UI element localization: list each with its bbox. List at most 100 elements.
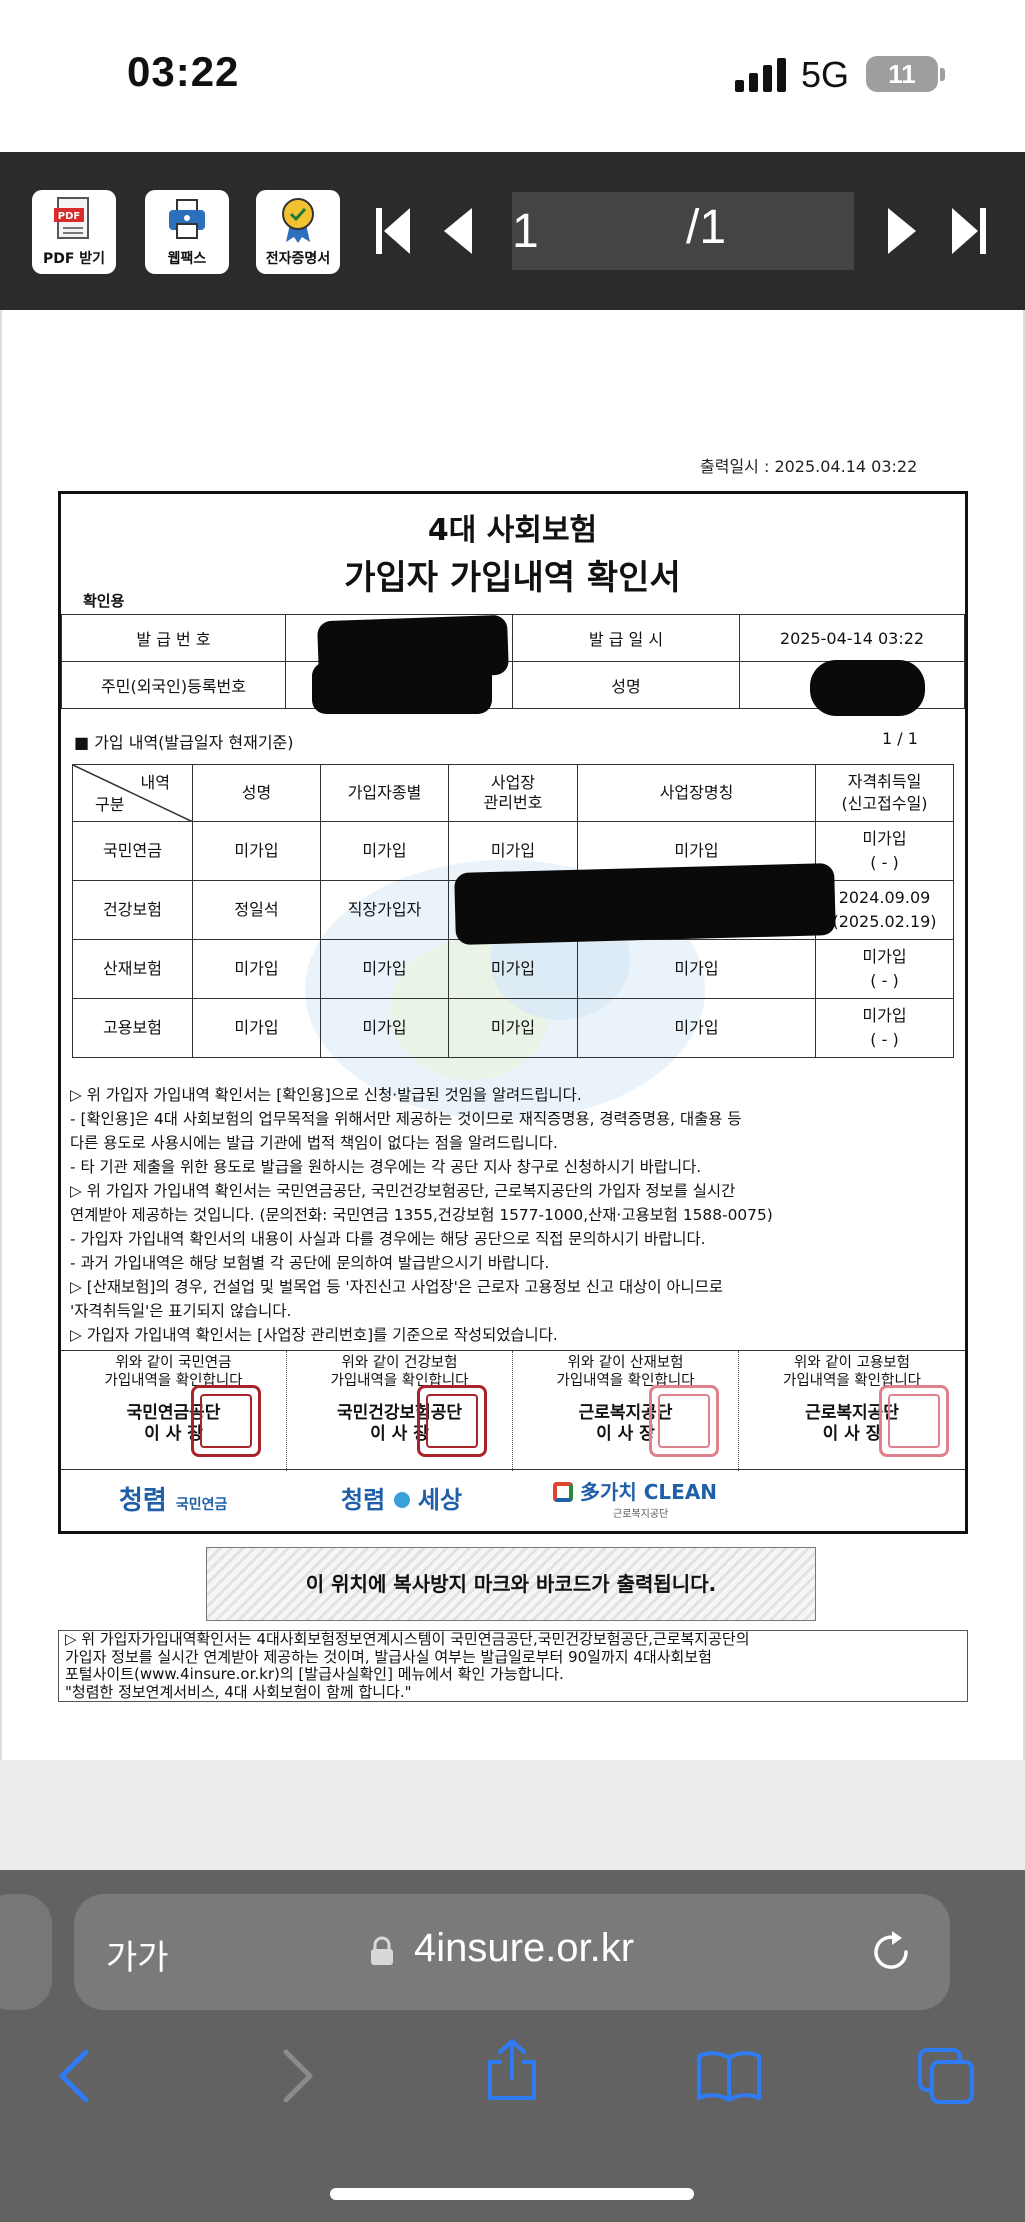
notice-line: - 가입자 가입내역 확인서의 내용이 사실과 다를 경우에는 해당 공단으로 … <box>70 1230 706 1248</box>
row-date: 미가입 ( - ) <box>815 998 954 1058</box>
url-text[interactable]: 4insure.or.kr <box>414 1926 634 1971</box>
corner-top-label: 내역 <box>140 773 170 792</box>
issue-no-label: 발 급 번 호 <box>61 614 286 662</box>
share-icon[interactable] <box>484 2038 540 2102</box>
document-viewer-bottom <box>0 1760 1025 1870</box>
nps-logo: 청렴 국민연금 <box>119 1480 227 1517</box>
header-kind: 가입자종별 <box>320 764 449 822</box>
network-type: 5G <box>801 54 850 95</box>
address-bar[interactable]: 가가 4insure.or.kr <box>74 1894 950 2010</box>
header-acq-date: 자격취득일 (신고접수일) <box>815 764 954 822</box>
seal-line1: 위와 같이 고용보험 <box>794 1355 910 1371</box>
footer-line: 가입자 정보를 실시간 연계받아 제공하는 것이며, 발급사실 여부는 발급일로… <box>65 1647 712 1666</box>
nhis-logo-main: 청렴 <box>341 1486 386 1514</box>
row-type: 국민연금 <box>72 821 193 881</box>
cellular-signal-icon <box>735 58 786 92</box>
seal-kcomwel-goyong: 위와 같이 고용보험 가입내역을 확인합니다 근로복지공단 이 사 장 <box>739 1351 965 1471</box>
back-icon[interactable] <box>56 2048 92 2104</box>
row-type: 고용보험 <box>72 998 193 1058</box>
browser-chrome: 가가 4insure.or.kr <box>0 1870 1025 2222</box>
corner-bottom-label: 구분 <box>95 795 125 814</box>
header-biz-name: 사업장명칭 <box>577 764 816 822</box>
bookmarks-icon[interactable] <box>696 2048 762 2102</box>
seal-line1: 위와 같이 건강보험 <box>341 1355 458 1371</box>
document-title-main: 4대 사회보험 <box>427 513 598 548</box>
page-number-input[interactable] <box>512 192 632 270</box>
row-name: 정일석 <box>192 880 321 940</box>
table-row: 고용보험 미가입 미가입 미가입 미가입 미가입 ( - ) <box>72 998 954 1058</box>
footer-notice: ▷ 위 가입자가입내역확인서는 4대사회보험정보연계시스템이 국민연금공단,국민… <box>58 1630 968 1702</box>
nhis-logo-sub: 세상 <box>417 1486 463 1514</box>
header-name: 성명 <box>192 764 321 822</box>
nps-logo-sub: 국민연금 <box>175 1497 228 1513</box>
pdf-download-label: PDF 받기 <box>42 251 106 267</box>
status-time: 03:22 <box>127 48 240 95</box>
home-indicator[interactable] <box>330 2188 694 2200</box>
seal-row: 위와 같이 국민연금 가입내역을 확인합니다 국민연금공단 이 사 장 위와 같… <box>61 1350 965 1471</box>
seal-nps: 위와 같이 국민연금 가입내역을 확인합니다 국민연금공단 이 사 장 <box>61 1351 287 1471</box>
row-date-main: 미가입 <box>862 1006 907 1025</box>
row-kind: 미가입 <box>320 998 449 1058</box>
notice-line: '자격취득일'은 표기되지 않습니다. <box>70 1302 292 1320</box>
footer-line: 포털사이트(www.4insure.or.kr)의 [발급사실확인] 메뉴에서 … <box>65 1665 564 1683</box>
issue-date-value: 2025-04-14 03:22 <box>739 614 965 662</box>
first-page-icon[interactable] <box>376 208 410 254</box>
issue-date-label: 발 급 일 시 <box>512 614 740 662</box>
e-certificate-label: 전자증명서 <box>265 251 331 267</box>
nhis-logo-icon <box>393 1492 410 1508</box>
prev-page-icon[interactable] <box>444 208 472 254</box>
official-seal-icon <box>417 1385 487 1457</box>
previous-tab-peek[interactable] <box>0 1894 52 2010</box>
webfax-button[interactable]: 웹팩스 <box>145 190 229 274</box>
notice-line: 연계받아 제공하는 것입니다. (문의전화: 국민연금 1355,건강보험 15… <box>70 1206 773 1224</box>
footer-line: "청렴한 정보연계서비스, 4대 사회보험이 함께 합니다." <box>65 1682 412 1701</box>
battery-tip <box>940 68 945 81</box>
viewer-toolbar: PDF PDF 받기 웹팩스 전자증명서 /1 <box>0 152 1025 310</box>
reader-text-size-button[interactable]: 가가 <box>106 1930 169 1979</box>
section-page-count: 1 / 1 <box>882 729 918 748</box>
diagonal-line <box>73 765 193 822</box>
row-name: 미가입 <box>192 821 321 881</box>
row-date-main: 미가입 <box>862 829 907 848</box>
reload-icon[interactable] <box>870 1928 914 1974</box>
svg-text:PDF: PDF <box>58 211 80 222</box>
last-page-icon[interactable] <box>952 208 986 254</box>
row-date-main: 2024.09.09 <box>838 888 931 907</box>
document-title: 가입자 가입내역 확인서 <box>344 558 681 598</box>
next-page-icon[interactable] <box>888 208 916 254</box>
row-date: 미가입 ( - ) <box>815 821 954 881</box>
row-biz-name: 미가입 <box>577 998 816 1058</box>
row-name: 미가입 <box>192 998 321 1058</box>
row-biz-name: 미가입 <box>577 939 816 999</box>
official-seal-icon <box>649 1385 719 1457</box>
print-datetime: 출력일시 : 2025.04.14 03:22 <box>700 457 918 476</box>
lock-icon <box>371 1936 393 1965</box>
kcomwel-logo-icon <box>553 1482 573 1502</box>
reg-no-label: 주민(외국인)등록번호 <box>61 661 286 709</box>
notice-line: 다른 용도로 사용시에는 발급 기관에 법적 책임이 없다는 점을 알려드립니다… <box>70 1134 558 1152</box>
corner-cell: 내역 구분 <box>72 764 193 822</box>
fax-printer-icon <box>169 199 205 239</box>
row-biz-no: 미가입 <box>448 939 578 999</box>
document-type-tag: 확인용 <box>83 592 125 610</box>
notice-line: ▷ [산재보험]의 경우, 건설업 및 벌목업 등 '자진신고 사업장'은 근로… <box>70 1278 724 1296</box>
pdf-download-button[interactable]: PDF PDF 받기 <box>32 190 116 274</box>
row-date: 미가입 ( - ) <box>815 939 954 999</box>
status-bar: 03:22 5G 11 <box>0 0 1025 152</box>
redaction-reg-no <box>312 662 492 714</box>
redaction-workplace <box>454 863 836 945</box>
official-seal-icon <box>191 1385 261 1457</box>
notice-line: - 과거 가입내역은 해당 보험별 각 공단에 문의하여 발급받으시기 바랍니다… <box>70 1254 550 1272</box>
header-biz-no: 사업장 관리번호 <box>448 764 578 822</box>
row-type: 건강보험 <box>72 880 193 940</box>
battery-icon: 11 <box>866 56 938 92</box>
forward-icon[interactable] <box>280 2048 316 2104</box>
footer-line: ▷ 위 가입자가입내역확인서는 4대사회보험정보연계시스템이 국민연금공단,국민… <box>65 1630 750 1648</box>
e-certificate-button[interactable]: 전자증명서 <box>256 190 340 274</box>
row-kind: 미가입 <box>320 939 449 999</box>
tabs-icon[interactable] <box>916 2046 976 2106</box>
table-row: 산재보험 미가입 미가입 미가입 미가입 미가입 ( - ) <box>72 939 954 999</box>
seal-line1: 위와 같이 산재보험 <box>567 1355 684 1371</box>
notice-line: ▷ 가입자 가입내역 확인서는 [사업장 관리번호]를 기준으로 작성되었습니다… <box>70 1326 558 1344</box>
row-name: 미가입 <box>192 939 321 999</box>
